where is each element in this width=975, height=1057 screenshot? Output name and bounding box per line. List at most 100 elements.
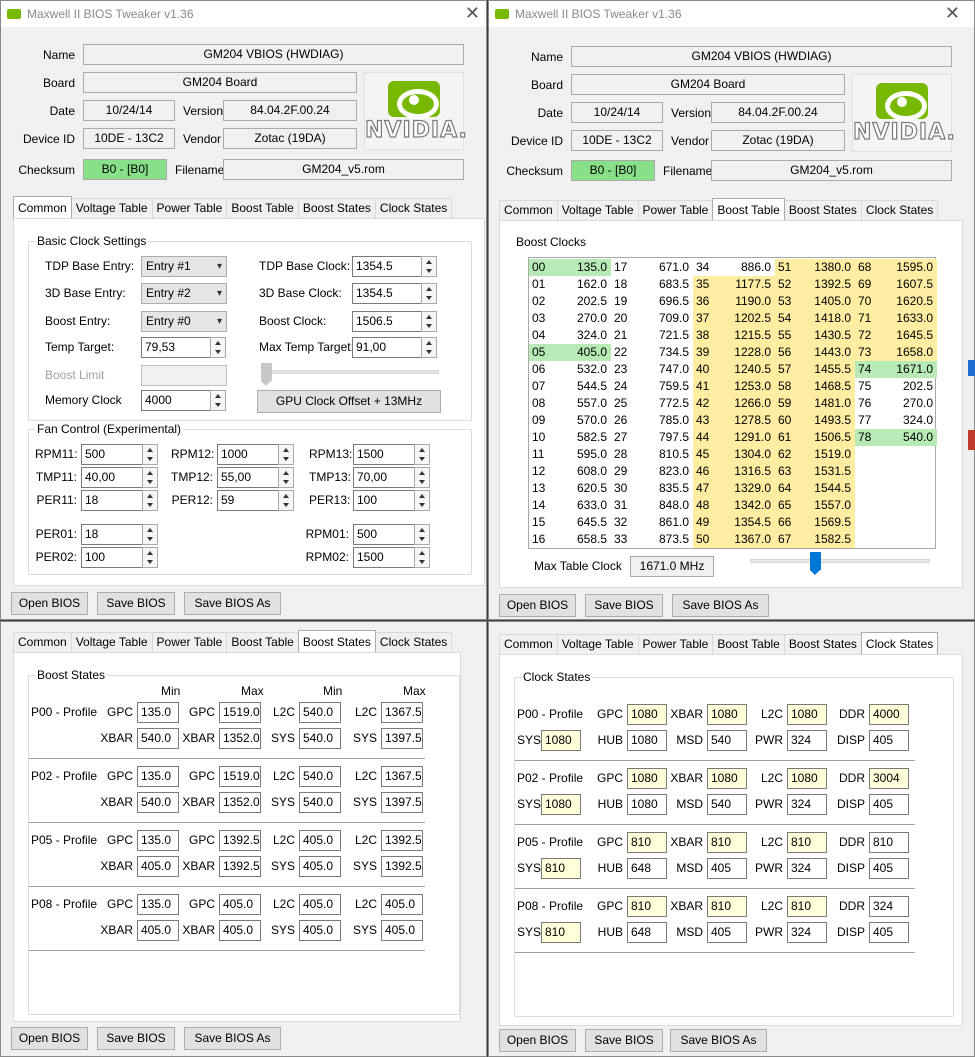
boost-entry-clock[interactable]: 747.0 — [639, 361, 693, 378]
boost-entry-clock[interactable]: 810.5 — [639, 446, 693, 463]
clock-state-input[interactable]: 324 — [787, 794, 827, 815]
fan-value-input[interactable]: 1500 — [353, 547, 415, 568]
tab-voltage-table[interactable]: Voltage Table — [556, 634, 639, 654]
boost-entry-clock[interactable]: 772.5 — [639, 395, 693, 412]
boost-entry-clock[interactable]: 886.0 — [719, 259, 775, 276]
boost-entry-clock[interactable]: 202.5 — [881, 378, 937, 395]
boost-entry-clock[interactable]: 1443.0 — [801, 344, 855, 361]
clock-state-input[interactable]: 1080 — [707, 768, 747, 789]
temp-target-spinner[interactable] — [210, 337, 226, 358]
tab-boost-table[interactable]: Boost Table — [226, 198, 299, 218]
save-bios-as-button[interactable]: Save BIOS As — [184, 1027, 281, 1050]
fan-value-input[interactable]: 55,00 — [217, 467, 279, 488]
tab-boost-states[interactable]: Boost States — [297, 198, 376, 218]
boost-entry-clock[interactable]: 620.5 — [563, 480, 611, 497]
boost-entry-clock[interactable]: 1215.5 — [719, 327, 775, 344]
boost-entry-clock[interactable]: 532.0 — [563, 361, 611, 378]
clock-state-input[interactable]: 405 — [707, 858, 747, 879]
fan-value-input[interactable]: 500 — [353, 524, 415, 545]
boost-state-input[interactable]: 1397.5 — [381, 728, 423, 749]
clock-state-input[interactable]: 4000 — [869, 704, 909, 725]
boost-entry-clock[interactable]: 848.0 — [639, 497, 693, 514]
boost-entry-clock[interactable]: 645.5 — [563, 514, 611, 531]
fan-value-input[interactable]: 500 — [81, 444, 143, 465]
tab-boost-table[interactable]: Boost Table — [712, 634, 785, 654]
close-icon[interactable]: ✕ — [945, 3, 960, 23]
fan-value-input[interactable]: 70,00 — [353, 467, 415, 488]
clock-state-input[interactable]: 810 — [707, 896, 747, 917]
tab-voltage-table[interactable]: Voltage Table — [556, 200, 639, 220]
boost-entry-clock[interactable]: 1620.5 — [881, 293, 937, 310]
boost-entry-clock[interactable]: 608.0 — [563, 463, 611, 480]
fan-value-spinner[interactable] — [142, 490, 158, 511]
max-table-clock-slider[interactable] — [750, 559, 930, 563]
boost-entry-clock[interactable]: 1645.5 — [881, 327, 937, 344]
fan-value-spinner[interactable] — [278, 490, 294, 511]
clock-state-input[interactable]: 1080 — [627, 794, 667, 815]
boost-entry-clock[interactable]: 1304.0 — [719, 446, 775, 463]
clock-state-input[interactable]: 648 — [627, 922, 667, 943]
boost-clock-spinner[interactable] — [421, 311, 437, 332]
boost-entry-clock[interactable]: 1316.5 — [719, 463, 775, 480]
tab-clock-states[interactable]: Clock States — [860, 632, 939, 654]
boost-state-input[interactable]: 405.0 — [381, 920, 423, 941]
tab-boost-states[interactable]: Boost States — [783, 200, 862, 220]
save-bios-as-button[interactable]: Save BIOS As — [184, 592, 281, 615]
boost-entry-clock[interactable]: 873.5 — [639, 531, 693, 548]
boost-entry-combo[interactable]: Entry #0 ▾ — [141, 311, 227, 332]
fan-value-spinner[interactable] — [414, 467, 430, 488]
tdp-clock-spinner[interactable] — [421, 256, 437, 277]
boost-entry-clock[interactable]: 1202.5 — [719, 310, 775, 327]
clock-state-input[interactable]: 1080 — [541, 794, 581, 815]
boost-entry-clock[interactable]: 270.0 — [563, 310, 611, 327]
boost-entry-clock[interactable]: 595.0 — [563, 446, 611, 463]
boost-clock-input[interactable]: 1506.5 — [352, 311, 422, 332]
fan-value-input[interactable]: 18 — [81, 524, 143, 545]
boost-entry-clock[interactable]: 544.5 — [563, 378, 611, 395]
fan-value-spinner[interactable] — [142, 444, 158, 465]
tab-common[interactable]: Common — [499, 200, 558, 220]
boost-state-input[interactable]: 405.0 — [381, 894, 423, 915]
tab-power-table[interactable]: Power Table — [151, 632, 228, 652]
clock-state-input[interactable]: 324 — [787, 922, 827, 943]
boost-entry-clock[interactable]: 1392.5 — [801, 276, 855, 293]
clock-state-input[interactable]: 1080 — [627, 730, 667, 751]
clock-state-input[interactable]: 405 — [869, 730, 909, 751]
boost-entry-clock[interactable]: 671.0 — [639, 259, 693, 276]
clock-state-input[interactable]: 540 — [707, 794, 747, 815]
boost-entry-clock[interactable]: 835.5 — [639, 480, 693, 497]
clock-state-input[interactable]: 810 — [541, 922, 581, 943]
tdp-entry-combo[interactable]: Entry #1 ▾ — [141, 256, 227, 277]
save-bios-button[interactable]: Save BIOS — [585, 1029, 663, 1052]
tdp-clock-input[interactable]: 1354.5 — [352, 256, 422, 277]
save-bios-button[interactable]: Save BIOS — [97, 592, 175, 615]
fan-value-spinner[interactable] — [142, 467, 158, 488]
tab-voltage-table[interactable]: Voltage Table — [70, 632, 153, 652]
boost-entry-clock[interactable]: 721.5 — [639, 327, 693, 344]
tab-power-table[interactable]: Power Table — [151, 198, 228, 218]
clock-state-input[interactable]: 3004 — [869, 768, 909, 789]
clock-state-input[interactable]: 810 — [541, 858, 581, 879]
open-bios-button[interactable]: Open BIOS — [11, 592, 88, 615]
boost-entry-clock[interactable]: 1266.0 — [719, 395, 775, 412]
fan-value-spinner[interactable] — [278, 467, 294, 488]
boost-entry-clock[interactable]: 1468.5 — [801, 378, 855, 395]
clock-state-input[interactable]: 810 — [869, 832, 909, 853]
boost-entry-clock[interactable]: 202.5 — [563, 293, 611, 310]
clock-state-input[interactable]: 324 — [787, 858, 827, 879]
tab-power-table[interactable]: Power Table — [637, 634, 714, 654]
boost-entry-clock[interactable]: 1190.0 — [719, 293, 775, 310]
tab-boost-table[interactable]: Boost Table — [226, 632, 299, 652]
title-bar[interactable]: Maxwell II BIOS Tweaker v1.36 ✕ — [489, 1, 974, 27]
3d-entry-combo[interactable]: Entry #2 ▾ — [141, 283, 227, 304]
boost-state-input[interactable]: 1367.5 — [381, 702, 423, 723]
boost-entry-clock[interactable]: 1569.5 — [801, 514, 855, 531]
clock-state-input[interactable]: 810 — [707, 832, 747, 853]
boost-entry-clock[interactable]: 1658.0 — [881, 344, 937, 361]
fan-value-input[interactable]: 1000 — [217, 444, 279, 465]
boost-entry-clock[interactable]: 1418.0 — [801, 310, 855, 327]
boost-entry-clock[interactable]: 1481.0 — [801, 395, 855, 412]
fan-value-input[interactable]: 1500 — [353, 444, 415, 465]
boost-entry-clock[interactable]: 1228.0 — [719, 344, 775, 361]
open-bios-button[interactable]: Open BIOS — [11, 1027, 88, 1050]
